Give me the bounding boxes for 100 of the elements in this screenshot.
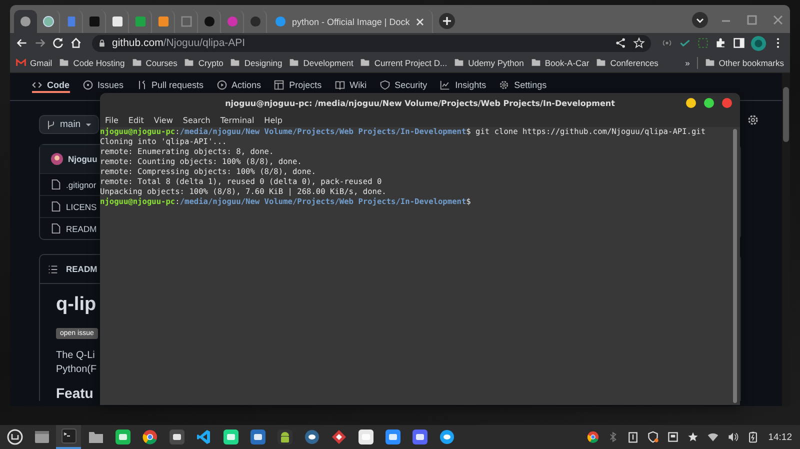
- readme-title: READM: [66, 264, 98, 274]
- menu-item[interactable]: Terminal: [220, 116, 254, 124]
- broadcast-icon[interactable]: [661, 37, 673, 49]
- folder-icon: [88, 429, 104, 445]
- browser-icon[interactable]: [587, 431, 600, 443]
- code-icon: [32, 80, 42, 90]
- browser-tab[interactable]: [14, 10, 37, 33]
- branch-button[interactable]: main: [39, 115, 99, 134]
- new-tab-icon[interactable]: [438, 13, 455, 29]
- pull-request-icon: [136, 80, 147, 90]
- dashed-square-icon[interactable]: [697, 37, 709, 49]
- share-icon[interactable]: [615, 37, 627, 49]
- wifi-icon[interactable]: [707, 431, 720, 443]
- close-icon[interactable]: [722, 98, 732, 108]
- folder-icon: [230, 58, 240, 67]
- readme-text: Python(F: [56, 363, 97, 377]
- volume-icon[interactable]: [727, 431, 740, 443]
- repo-tab[interactable]: Security: [380, 78, 428, 93]
- more-bookmarks-button[interactable]: »: [685, 58, 690, 68]
- folder-icon: [530, 58, 541, 67]
- table-icon: [274, 80, 284, 90]
- bookmark[interactable]: Current Project D...: [360, 58, 448, 68]
- bookmark[interactable]: Courses: [132, 58, 178, 68]
- check-icon[interactable]: [679, 37, 691, 49]
- address-bar[interactable]: github.com/Njoguu/qlipa-API: [92, 34, 651, 52]
- issue-icon: [82, 80, 92, 90]
- folder-icon: [360, 58, 370, 67]
- repo-tab[interactable]: Pull requests: [136, 78, 204, 93]
- repo-tab[interactable]: Insights: [440, 78, 486, 93]
- repo-tab[interactable]: Wiki: [334, 78, 367, 93]
- repo-tab[interactable]: Code: [32, 78, 70, 93]
- close-icon[interactable]: [416, 18, 424, 26]
- menu-item[interactable]: File: [105, 116, 118, 124]
- circle-icon: [226, 16, 238, 27]
- folder-icon: [289, 58, 300, 67]
- puzzle-icon[interactable]: [715, 37, 727, 49]
- code-editor-icon: [196, 429, 212, 445]
- bookmark[interactable]: Crypto: [184, 58, 224, 68]
- reload-icon[interactable]: [52, 37, 64, 49]
- repo-tab[interactable]: Issues: [82, 78, 124, 93]
- book-icon: [334, 80, 345, 90]
- folder-icon: [59, 58, 70, 67]
- star-icon[interactable]: [633, 37, 645, 49]
- menu-item[interactable]: View: [154, 116, 173, 124]
- box-icon[interactable]: [667, 431, 680, 443]
- window-icon: [34, 429, 50, 445]
- document-icon: [66, 16, 76, 27]
- readme-text: The Q-Li: [56, 349, 95, 363]
- shield-icon[interactable]: [647, 431, 660, 443]
- scrollbar[interactable]: [733, 129, 737, 403]
- gear-icon: [499, 80, 510, 90]
- repo-tab[interactable]: Settings: [499, 78, 547, 93]
- menu-item[interactable]: Edit: [128, 116, 144, 124]
- window-title: njoguu@njoguu-pc: /media/njoguu/New Volume/Projects/Web Projects/In-Development: [225, 98, 615, 108]
- folder-icon: [454, 58, 464, 67]
- gear-icon[interactable]: [747, 114, 759, 126]
- file-icon: [51, 179, 61, 190]
- back-icon[interactable]: [16, 37, 28, 49]
- repo-tab[interactable]: Projects: [274, 78, 322, 93]
- bookmark[interactable]: Gmail: [16, 58, 52, 68]
- battery-icon[interactable]: [747, 431, 760, 443]
- bookmark[interactable]: Book-A-Car: [530, 58, 590, 68]
- caret-icon: [84, 121, 92, 128]
- section-heading: Featu: [56, 385, 94, 401]
- menu-item[interactable]: Search: [182, 116, 210, 124]
- forward-icon[interactable]: [34, 37, 46, 49]
- tile-icon: [112, 16, 122, 27]
- repo-tab[interactable]: Actions: [216, 78, 262, 93]
- avatar-icon[interactable]: [751, 36, 766, 50]
- tab-search-icon[interactable]: [692, 12, 708, 28]
- circle-icon: [204, 16, 214, 27]
- sidebar-icon[interactable]: [733, 37, 745, 49]
- diamond-icon: [330, 429, 346, 445]
- terminal-icon: [60, 428, 76, 444]
- file-icon: [51, 223, 61, 234]
- maximize-icon[interactable]: [704, 98, 714, 108]
- bookmark[interactable]: Conferences: [596, 58, 658, 68]
- clock[interactable]: 14:12: [768, 432, 792, 442]
- outline-icon: [180, 16, 192, 27]
- tab-title: python - Official Image | Dock: [292, 16, 410, 26]
- file-link[interactable]: .gitignor: [66, 180, 96, 190]
- file-link[interactable]: READM: [66, 224, 97, 234]
- other-bookmarks[interactable]: Other bookmarks: [704, 58, 784, 68]
- clipboard-icon[interactable]: [627, 431, 640, 443]
- home-icon[interactable]: [70, 37, 82, 49]
- tile-icon: [158, 16, 168, 27]
- mail-icon: [16, 58, 26, 67]
- menu-item[interactable]: Help: [264, 116, 282, 124]
- star-icon[interactable]: [687, 431, 700, 443]
- bookmark[interactable]: Development: [289, 58, 354, 68]
- bookmark[interactable]: Udemy Python: [454, 58, 524, 68]
- list-icon[interactable]: [48, 264, 58, 274]
- avatar-icon: [51, 153, 63, 165]
- graph-icon: [440, 80, 450, 90]
- play-icon: [216, 80, 227, 90]
- bookmark[interactable]: Code Hosting: [59, 58, 125, 68]
- lock-icon: [98, 39, 106, 47]
- minimize-icon[interactable]: [686, 98, 696, 108]
- file-link[interactable]: LICENS: [66, 202, 97, 212]
- bookmark[interactable]: Designing: [230, 58, 282, 68]
